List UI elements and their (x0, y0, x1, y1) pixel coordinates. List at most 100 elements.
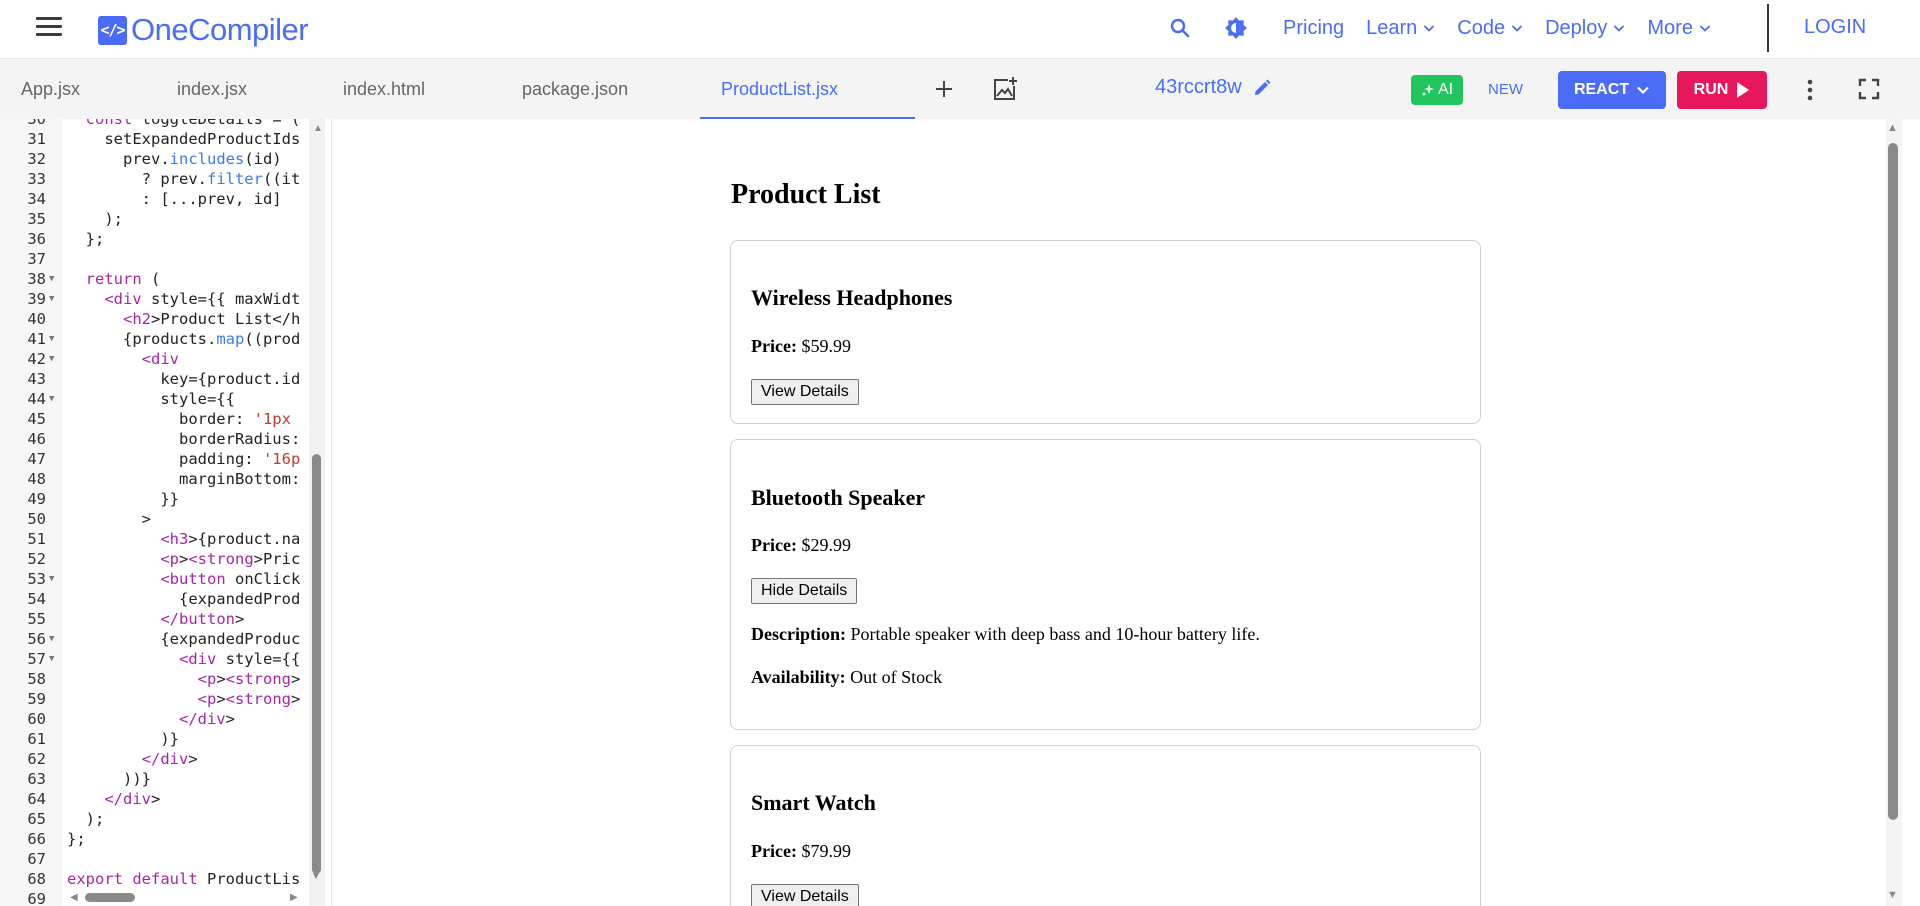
view-details-button[interactable]: View Details (751, 379, 859, 405)
nav-code[interactable]: Code (1457, 17, 1523, 40)
code-line[interactable]: 47 padding: '16p (0, 449, 331, 469)
preview-scroll-thumb[interactable] (1888, 143, 1898, 820)
line-number: 54 (27, 590, 46, 608)
nav-learn[interactable]: Learn (1366, 17, 1435, 40)
scroll-left-icon[interactable]: ◀ (70, 892, 78, 903)
nav-deploy[interactable]: Deploy (1545, 17, 1625, 40)
more-options-icon[interactable] (1800, 77, 1820, 103)
tab-app-jsx[interactable]: App.jsx (21, 59, 80, 119)
code-line[interactable]: 54 {expandedProd (0, 589, 331, 609)
code-line[interactable]: 41 ▼ {products.map((prod (0, 329, 331, 349)
code-line[interactable]: 68 export default ProductLis (0, 869, 331, 889)
fold-arrow-icon[interactable]: ▼ (49, 289, 54, 309)
code-line[interactable]: 57 ▼ <div style={{ (0, 649, 331, 669)
code-line[interactable]: 53 ▼ <button onClick (0, 569, 331, 589)
code-line[interactable]: 58 <p><strong> (0, 669, 331, 689)
code-line[interactable]: 35 ); (0, 209, 331, 229)
code-line[interactable]: 38 ▼ return ( (0, 269, 331, 289)
code-line[interactable]: 49 }} (0, 489, 331, 509)
code-text: }; (67, 830, 86, 848)
fold-arrow-icon[interactable]: ▼ (49, 269, 54, 289)
code-line[interactable]: 55 </button> (0, 609, 331, 629)
scroll-right-icon[interactable]: ▶ (290, 892, 298, 903)
editor-horizontal-scroll-thumb[interactable] (85, 893, 135, 902)
code-line[interactable]: 61 )} (0, 729, 331, 749)
code-line[interactable]: 42 ▼ <div (0, 349, 331, 369)
code-line[interactable]: 66}; (0, 829, 331, 849)
upload-image-icon[interactable] (990, 75, 1018, 103)
code-line[interactable]: 32 prev.includes(id) (0, 149, 331, 169)
view-details-button[interactable]: View Details (751, 884, 859, 906)
code-line[interactable]: 39 ▼ <div style={{ maxWidt (0, 289, 331, 309)
code-line[interactable]: 44 ▼ style={{ (0, 389, 331, 409)
fold-arrow-icon[interactable]: ▼ (49, 389, 54, 409)
edit-pencil-icon[interactable] (1252, 78, 1272, 98)
tab-index-html[interactable]: index.html (343, 59, 425, 119)
code-line[interactable]: 56 ▼ {expandedProduc (0, 629, 331, 649)
code-line[interactable]: 64 </div> (0, 789, 331, 809)
line-number: 50 (27, 510, 46, 528)
line-number: 64 (27, 790, 46, 808)
menu-icon[interactable] (36, 17, 62, 37)
code-line[interactable]: 67 (0, 849, 331, 869)
code-line[interactable]: 50 > (0, 509, 331, 529)
tab-index-jsx[interactable]: index.jsx (177, 59, 247, 119)
code-line[interactable]: 37 (0, 249, 331, 269)
code-line[interactable]: 62 </div> (0, 749, 331, 769)
editor-scroll-thumb[interactable] (312, 454, 321, 874)
search-icon[interactable] (1168, 16, 1192, 40)
fold-arrow-icon[interactable]: ▼ (49, 569, 54, 589)
tab-package-json[interactable]: package.json (522, 59, 628, 119)
fold-arrow-icon[interactable]: ▼ (49, 329, 54, 349)
logo-text: OneCompiler (131, 12, 309, 47)
project-name[interactable]: 43rccrt8w (1155, 76, 1272, 99)
fold-arrow-icon[interactable]: ▼ (49, 649, 54, 669)
code-line[interactable]: 31 setExpandedProductIds (0, 129, 331, 149)
scroll-up-icon[interactable]: ▲ (1887, 122, 1898, 134)
new-button[interactable]: NEW (1488, 81, 1523, 98)
logo[interactable]: </> OneCompiler (98, 12, 309, 48)
fold-arrow-icon[interactable]: ▼ (49, 349, 54, 369)
file-tab-bar: App.jsx index.jsx index.html package.jso… (0, 58, 1920, 120)
fold-arrow-icon[interactable]: ▼ (49, 629, 54, 649)
code-line[interactable]: 48 marginBottom: (0, 469, 331, 489)
code-text: <p><strong> (197, 690, 301, 708)
code-line[interactable]: 43 key={product.id (0, 369, 331, 389)
scroll-up-icon[interactable]: ▲ (313, 123, 323, 134)
code-text: > (67, 510, 151, 528)
line-number: 38 (27, 270, 46, 288)
code-line[interactable]: 69 (0, 889, 331, 906)
code-line[interactable]: 33 ? prev.filter((it (0, 169, 331, 189)
code-line[interactable]: 40 <h2>Product List</h (0, 309, 331, 329)
fullscreen-icon[interactable] (1857, 77, 1881, 101)
code-line[interactable]: 51 <h3>{product.na (0, 529, 331, 549)
code-line[interactable]: 36 }; (0, 229, 331, 249)
code-line[interactable]: 34 : [...prev, id] (0, 189, 331, 209)
code-editor[interactable]: 30 const toggleDetails = (31 setExpanded… (0, 119, 332, 906)
code-line[interactable]: 59 <p><strong> (0, 689, 331, 709)
code-text: ))} (67, 770, 151, 788)
login-link[interactable]: LOGIN (1804, 16, 1866, 39)
ai-button[interactable]: AI (1411, 75, 1463, 105)
top-navbar: </> OneCompiler Pricing Learn Code Deplo… (0, 0, 1920, 56)
theme-toggle-icon[interactable] (1224, 16, 1248, 40)
line-number: 39 (27, 290, 46, 308)
code-line[interactable]: 52 <p><strong>Pric (0, 549, 331, 569)
code-line[interactable]: 63 ))} (0, 769, 331, 789)
hide-details-button[interactable]: Hide Details (751, 578, 858, 604)
code-line[interactable]: 60 </div> (0, 709, 331, 729)
code-line[interactable]: 46 borderRadius: (0, 429, 331, 449)
line-number: 62 (27, 750, 46, 768)
scroll-down-icon[interactable]: ▼ (1887, 889, 1898, 901)
add-file-icon[interactable] (930, 75, 958, 103)
code-line[interactable]: 30 const toggleDetails = ( (0, 119, 331, 129)
run-button[interactable]: RUN (1677, 71, 1767, 109)
nav-pricing[interactable]: Pricing (1283, 17, 1344, 40)
code-line[interactable]: 45 border: '1px (0, 409, 331, 429)
scroll-down-icon[interactable]: ▼ (311, 871, 321, 882)
price-label: Price: (751, 841, 797, 861)
language-select-button[interactable]: REACT (1558, 71, 1666, 109)
nav-more[interactable]: More (1647, 17, 1711, 40)
code-line[interactable]: 65 ); (0, 809, 331, 829)
tab-productlist-jsx[interactable]: ProductList.jsx (721, 59, 838, 119)
